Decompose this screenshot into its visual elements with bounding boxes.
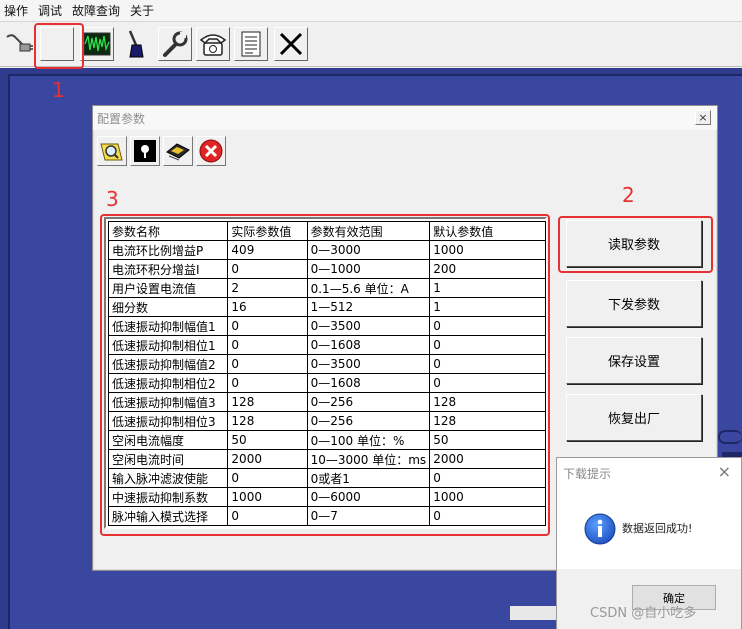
toolbar (0, 23, 742, 67)
message-box-title: 下载提示 (563, 467, 612, 481)
app-window: 操作 调试 故障查询 关于 配置参数 × 参数名称 实际参数值 参数有效范围 默… (0, 0, 742, 629)
menu-fault-query[interactable]: 故障查询 (72, 2, 120, 19)
menu-about[interactable]: 关于 (130, 2, 154, 19)
message-box-close-button[interactable]: × (718, 462, 731, 481)
message-box-text: 数据返回成功! (622, 522, 693, 535)
config-toolbar (97, 136, 229, 166)
decor-shape (510, 606, 556, 620)
annotation-number-1: 1 (52, 78, 65, 102)
menu-operate[interactable]: 操作 (4, 2, 28, 19)
circuit-board-icon[interactable] (163, 136, 193, 166)
annotation-box-1 (34, 23, 84, 69)
config-dialog-close-button[interactable]: × (695, 110, 711, 125)
oscilloscope-icon[interactable] (80, 27, 114, 61)
plug-icon[interactable] (2, 27, 36, 61)
close-x-icon[interactable] (274, 27, 308, 61)
chip-icon[interactable] (130, 136, 160, 166)
annotation-box-3 (100, 214, 550, 536)
watermark: CSDN @自小吃多 (590, 606, 697, 621)
decor-shape (718, 430, 742, 444)
info-icon (584, 513, 616, 549)
red-close-icon[interactable] (196, 136, 226, 166)
brush-icon[interactable] (118, 27, 152, 61)
save-settings-button[interactable]: 保存设置 (566, 337, 702, 384)
restore-factory-button[interactable]: 恢复出厂 (566, 394, 702, 441)
annotation-number-2: 2 (622, 183, 635, 207)
telephone-icon[interactable] (196, 27, 230, 61)
menu-debug[interactable]: 调试 (38, 2, 62, 19)
annotation-number-3: 3 (106, 187, 119, 211)
document-icon[interactable] (234, 27, 268, 61)
config-dialog-title: 配置参数 (93, 106, 717, 130)
send-params-button[interactable]: 下发参数 (566, 280, 702, 327)
annotation-box-2 (558, 216, 713, 273)
magnifier-icon[interactable] (97, 136, 127, 166)
menu-bar: 操作 调试 故障查询 关于 (0, 0, 742, 22)
wrench-icon[interactable] (158, 27, 192, 61)
